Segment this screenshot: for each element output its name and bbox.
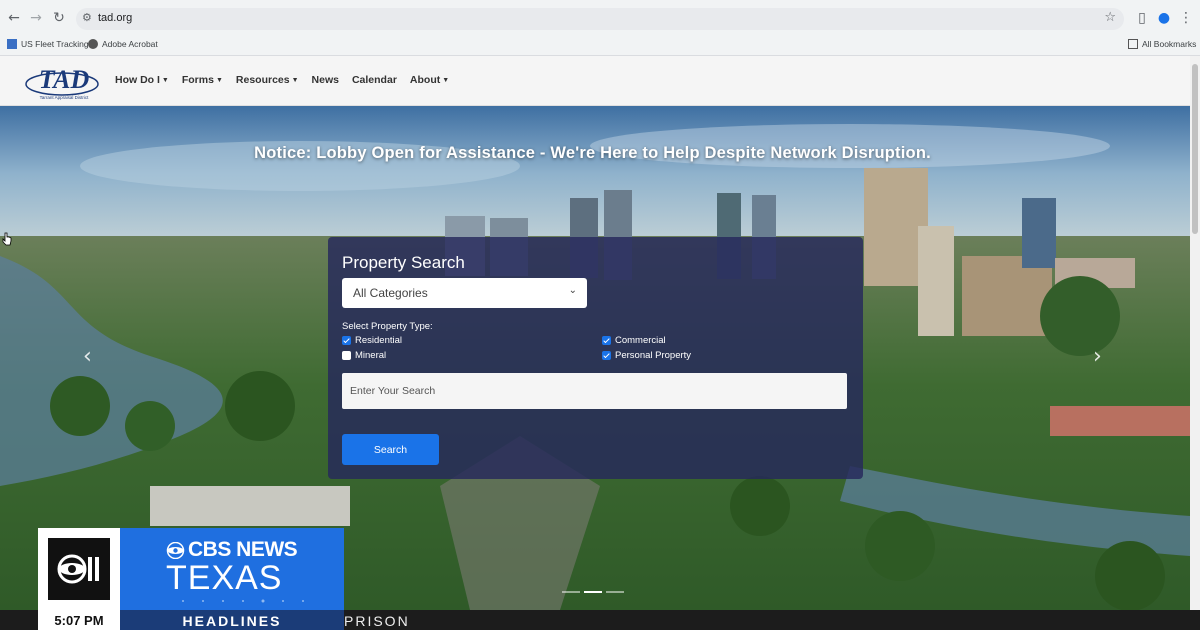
all-bookmarks-label: All Bookmarks bbox=[1142, 39, 1197, 49]
broadcast-time: 5:07 PM bbox=[38, 610, 120, 630]
profile-avatar-icon[interactable]: ● bbox=[1155, 9, 1173, 27]
nav-forms[interactable]: Forms ▼ bbox=[182, 74, 223, 86]
tad-logo[interactable]: TAD Tarrant Appraisal District bbox=[24, 62, 102, 102]
back-arrow-icon[interactable]: ← bbox=[5, 9, 23, 27]
nav-resources[interactable]: Resources ▼ bbox=[236, 74, 299, 86]
checkbox-residential[interactable]: Residential bbox=[342, 335, 402, 346]
category-select[interactable]: All Categories ⌄ bbox=[342, 278, 587, 308]
headlines-label: HEADLINES bbox=[120, 610, 344, 630]
checkbox-checked-icon[interactable] bbox=[602, 351, 611, 360]
caret-down-icon: ▼ bbox=[161, 77, 169, 84]
reload-icon[interactable]: ↻ bbox=[50, 9, 68, 27]
chevron-down-icon: ⌄ bbox=[568, 285, 577, 296]
menu-dots-icon[interactable]: ⋮ bbox=[1177, 9, 1195, 27]
nav-about[interactable]: About ▼ bbox=[410, 74, 449, 86]
bookmark-star-icon[interactable]: ☆ bbox=[1104, 10, 1116, 25]
cbs-eye-11-icon bbox=[57, 554, 99, 584]
nav-how-do-i[interactable]: How Do I ▼ bbox=[115, 74, 169, 86]
news-ticker: 5:07 PM HEADLINES PRISON bbox=[0, 610, 1200, 630]
bookmark-adobe-acrobat[interactable]: Adobe Acrobat bbox=[88, 39, 158, 49]
bookmark-us-fleet-tracking[interactable]: US Fleet Tracking bbox=[7, 39, 89, 49]
folder-icon bbox=[1128, 39, 1138, 49]
notice-banner: Notice: Lobby Open for Assistance - We'r… bbox=[254, 144, 931, 162]
browser-toolbar: ← → ↻ ⚙ tad.org ☆ ▯ ● ⋮ bbox=[0, 0, 1200, 36]
bookmark-label: US Fleet Tracking bbox=[21, 39, 89, 49]
search-input[interactable] bbox=[342, 373, 847, 409]
address-bar[interactable]: ⚙ tad.org ☆ bbox=[76, 8, 1124, 30]
channel-11-logo bbox=[48, 538, 110, 600]
caret-down-icon: ▼ bbox=[215, 77, 223, 84]
carousel-indicator-active[interactable] bbox=[584, 591, 602, 593]
page-scrollbar[interactable] bbox=[1190, 56, 1200, 610]
checkbox-checked-icon[interactable] bbox=[602, 336, 611, 345]
checkbox-label: Mineral bbox=[355, 350, 387, 361]
checkbox-personal-property[interactable]: Personal Property bbox=[602, 350, 691, 361]
property-search-panel: Property Search All Categories ⌄ Select … bbox=[328, 237, 863, 479]
main-nav: How Do I ▼ Forms ▼ Resources ▼ News Calenda… bbox=[115, 74, 449, 86]
url-text: tad.org bbox=[98, 12, 133, 24]
channel-logo-frame bbox=[38, 528, 120, 610]
checkbox-mineral[interactable]: Mineral bbox=[342, 350, 386, 361]
nav-calendar[interactable]: Calendar bbox=[352, 74, 397, 86]
site-header: TAD Tarrant Appraisal District How Do I ▼… bbox=[0, 56, 1190, 106]
fleet-favicon-icon bbox=[7, 39, 17, 49]
all-bookmarks[interactable]: All Bookmarks bbox=[1128, 39, 1196, 49]
ticker-text: PRISON bbox=[344, 613, 410, 629]
carousel-prev-icon[interactable]: ‹ bbox=[83, 344, 92, 369]
forward-arrow-icon[interactable]: → bbox=[27, 9, 45, 27]
logo-text: TAD bbox=[39, 65, 90, 94]
bookmarks-bar: US Fleet Tracking Adobe Acrobat All Book… bbox=[0, 36, 1200, 56]
checkbox-label: Commercial bbox=[615, 335, 666, 346]
hand-cursor-icon bbox=[2, 232, 12, 246]
cbs-news-texas-bug: CBS NEWS TEXAS bbox=[38, 528, 344, 610]
checkbox-commercial[interactable]: Commercial bbox=[602, 335, 666, 346]
checkbox-label: Residential bbox=[355, 335, 402, 346]
checkbox-checked-icon[interactable] bbox=[342, 336, 351, 345]
caret-down-icon: ▼ bbox=[442, 77, 450, 84]
category-select-value: All Categories bbox=[353, 286, 428, 300]
logo-subtext: Tarrant Appraisal District bbox=[40, 95, 90, 100]
carousel-indicator[interactable] bbox=[562, 591, 580, 593]
decorative-dots bbox=[182, 599, 304, 603]
globe-icon bbox=[88, 39, 98, 49]
cbs-eye-icon bbox=[166, 542, 185, 559]
carousel-next-icon[interactable]: › bbox=[1093, 344, 1102, 369]
scrollbar-thumb[interactable] bbox=[1192, 64, 1198, 234]
carousel-indicator[interactable] bbox=[606, 591, 624, 593]
caret-down-icon: ▼ bbox=[291, 77, 299, 84]
checkbox-label: Personal Property bbox=[615, 350, 692, 361]
checkbox-unchecked-icon[interactable] bbox=[342, 351, 351, 360]
carousel-indicators bbox=[562, 591, 624, 593]
search-button[interactable]: Search bbox=[342, 434, 439, 465]
site-settings-icon[interactable]: ⚙ bbox=[82, 11, 92, 24]
side-panel-icon[interactable]: ▯ bbox=[1133, 9, 1151, 27]
bookmark-label: Adobe Acrobat bbox=[102, 39, 158, 49]
property-type-label: Select Property Type: bbox=[342, 321, 433, 332]
nav-news[interactable]: News bbox=[312, 74, 339, 86]
texas-label: TEXAS bbox=[166, 559, 283, 597]
property-search-title: Property Search bbox=[342, 253, 465, 272]
